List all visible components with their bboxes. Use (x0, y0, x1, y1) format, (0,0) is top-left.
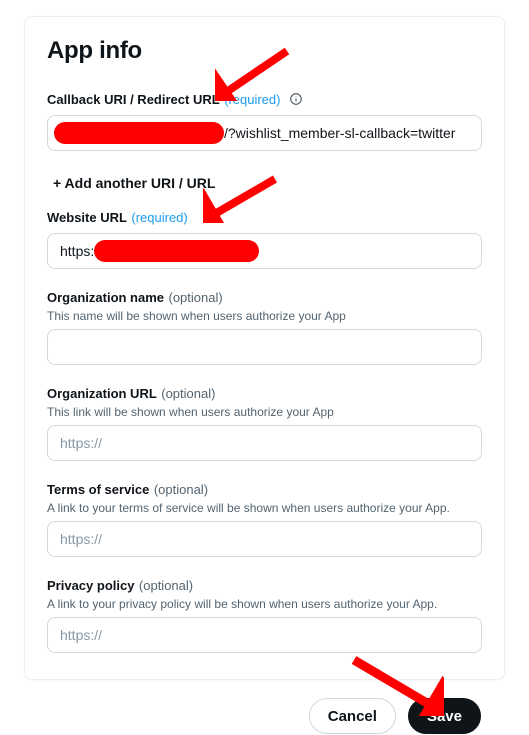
save-button[interactable]: Save (408, 698, 481, 734)
tos-optional-tag: (optional) (154, 482, 208, 497)
info-icon[interactable] (289, 92, 303, 106)
callback-input[interactable]: /?wishlist_member-sl-callback=twitter (47, 115, 482, 151)
redacted-block (54, 122, 224, 144)
field-privacy: Privacy policy (optional) A link to your… (47, 577, 482, 653)
website-label: Website URL (47, 210, 127, 225)
privacy-placeholder: https:// (60, 627, 102, 643)
org-url-optional-tag: (optional) (161, 386, 215, 401)
org-url-input[interactable]: https:// (47, 425, 482, 461)
privacy-label: Privacy policy (47, 578, 134, 593)
org-name-optional-tag: (optional) (168, 290, 222, 305)
org-url-placeholder: https:// (60, 435, 102, 451)
org-url-label: Organization URL (47, 386, 157, 401)
page-title: App info (47, 37, 482, 65)
privacy-input[interactable]: https:// (47, 617, 482, 653)
org-name-label: Organization name (47, 290, 164, 305)
website-prefix: https: (60, 243, 94, 259)
privacy-optional-tag: (optional) (139, 578, 193, 593)
privacy-hint: A link to your privacy policy will be sh… (47, 597, 482, 611)
org-name-input[interactable] (47, 329, 482, 365)
tos-hint: A link to your terms of service will be … (47, 501, 482, 515)
add-another-uri-button[interactable]: + Add another URI / URL (53, 175, 215, 191)
field-tos: Terms of service (optional) A link to yo… (47, 481, 482, 557)
action-bar: Cancel Save (24, 680, 505, 734)
org-name-hint: This name will be shown when users autho… (47, 309, 482, 323)
app-info-card: App info Callback URI / Redirect URL (re… (24, 16, 505, 680)
redacted-block (94, 240, 259, 262)
website-required-tag: (required) (131, 210, 187, 225)
tos-input[interactable]: https:// (47, 521, 482, 557)
callback-label: Callback URI / Redirect URL (47, 92, 220, 107)
field-callback: Callback URI / Redirect URL (required) /… (47, 91, 482, 151)
cancel-button[interactable]: Cancel (309, 698, 396, 734)
field-org-url: Organization URL (optional) This link wi… (47, 385, 482, 461)
tos-placeholder: https:// (60, 531, 102, 547)
field-org-name: Organization name (optional) This name w… (47, 289, 482, 365)
callback-trailing-text: /?wishlist_member-sl-callback=twitter (224, 125, 455, 141)
tos-label: Terms of service (47, 482, 149, 497)
callback-required-tag: (required) (224, 92, 280, 107)
website-input[interactable]: https: (47, 233, 482, 269)
field-website: Website URL (required) https: (47, 209, 482, 269)
org-url-hint: This link will be shown when users autho… (47, 405, 482, 419)
